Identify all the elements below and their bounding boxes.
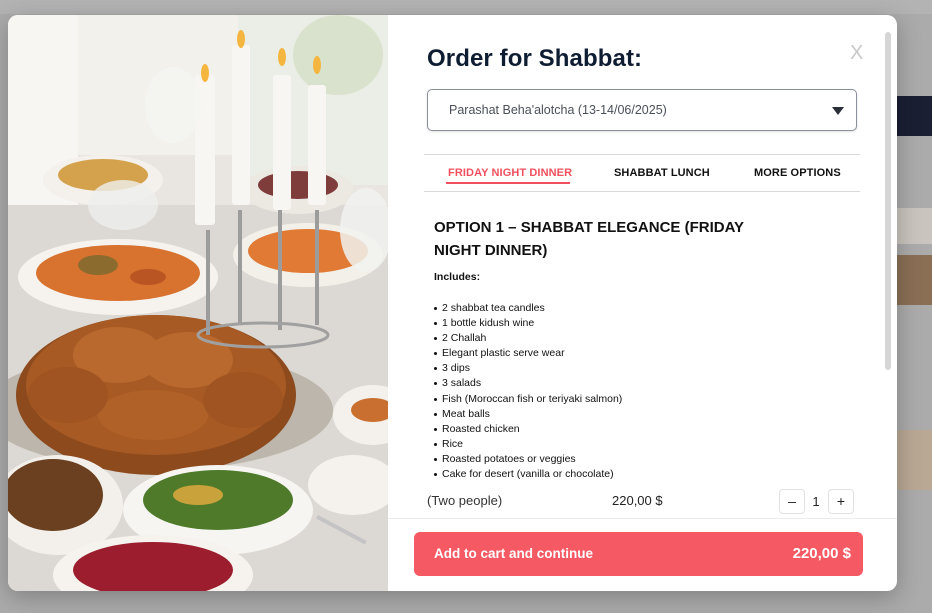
list-item: 1 bottle kidush wine <box>434 316 622 331</box>
decrease-quantity-button[interactable]: – <box>779 489 805 514</box>
shabbat-table-photo <box>8 15 388 591</box>
order-panel: Order for Shabbat: X Parashat Beha'alotc… <box>388 15 897 591</box>
background-image <box>896 255 932 305</box>
parasha-select[interactable]: Parashat Beha'alotcha (13-14/06/2025) <box>427 89 857 131</box>
tab-shabbat-lunch[interactable]: SHABBAT LUNCH <box>614 167 710 179</box>
meal-tabs: FRIDAY NIGHT DINNER SHABBAT LUNCH MORE O… <box>424 154 860 192</box>
quantity-value: 1 <box>812 494 820 509</box>
list-item: Roasted potatoes or veggies <box>434 452 622 467</box>
option-title: OPTION 1 – SHABBAT ELEGANCE (FRIDAY NIGH… <box>434 219 744 259</box>
add-to-cart-button[interactable]: Add to cart and continue 220,00 $ <box>414 532 863 576</box>
background-header <box>0 0 932 14</box>
list-item: 3 dips <box>434 361 622 376</box>
list-item: Meat balls <box>434 407 622 422</box>
list-item: 2 Challah <box>434 331 622 346</box>
add-to-cart-label: Add to cart and continue <box>434 546 594 561</box>
tab-friday-night-dinner[interactable]: FRIDAY NIGHT DINNER <box>448 167 572 179</box>
includes-label: Includes: <box>434 271 481 283</box>
modal-title: Order for Shabbat: <box>427 45 643 72</box>
cart-total: 220,00 $ <box>792 545 851 562</box>
background-image <box>896 430 932 490</box>
tab-more-options[interactable]: MORE OPTIONS <box>754 167 841 179</box>
list-item: Fish (Moroccan fish or teriyaki salmon) <box>434 392 622 407</box>
footer-divider <box>388 518 897 519</box>
list-item: 3 salads <box>434 376 622 391</box>
background-image <box>896 208 932 244</box>
list-item: Rice <box>434 437 622 452</box>
close-button[interactable]: X <box>850 43 866 63</box>
list-item: Roasted chicken <box>434 422 622 437</box>
list-item: Cake for desert (vanilla or chocolate) <box>434 467 622 482</box>
active-tab-underline <box>446 182 570 184</box>
parasha-select-value: Parashat Beha'alotcha (13-14/06/2025) <box>449 103 667 117</box>
scrollbar[interactable] <box>885 32 891 370</box>
unit-price: 220,00 $ <box>612 493 663 508</box>
people-label: (Two people) <box>427 493 503 508</box>
includes-list: 2 shabbat tea candles 1 bottle kidush wi… <box>434 301 622 482</box>
chevron-down-icon <box>832 107 844 115</box>
list-item: Elegant plastic serve wear <box>434 346 622 361</box>
list-item: 2 shabbat tea candles <box>434 301 622 316</box>
increase-quantity-button[interactable]: + <box>828 489 854 514</box>
order-modal: Order for Shabbat: X Parashat Beha'alotc… <box>8 15 897 591</box>
